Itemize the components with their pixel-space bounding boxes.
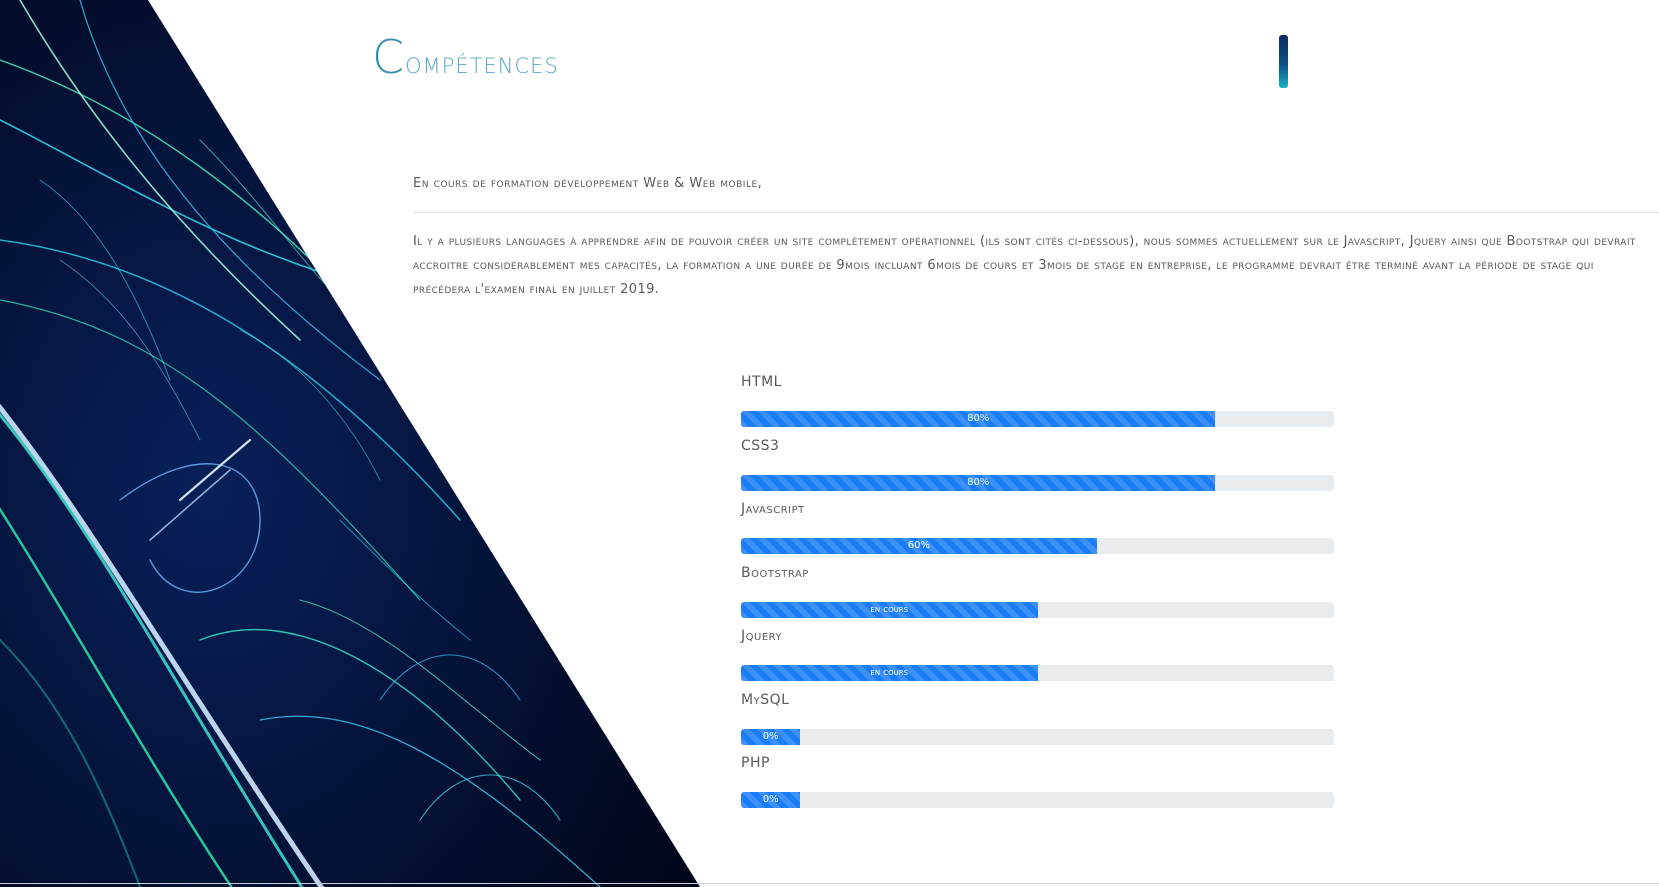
skill-name: PHP xyxy=(741,755,770,771)
skill-name: Jquery xyxy=(741,628,783,644)
skill-progress-bar: en cours xyxy=(741,601,1038,618)
skill-name: MySQL xyxy=(741,691,790,708)
skill-progress-bar: en cours xyxy=(741,665,1038,681)
skill-progress-track: en cours xyxy=(741,665,1334,681)
skill-name: Javascript xyxy=(741,501,805,517)
skill-progress-track: 0% xyxy=(741,728,1334,745)
skill-progress-track: 60% xyxy=(741,538,1334,554)
skill-progress-bar: 0% xyxy=(741,792,801,808)
page-title: Compétences xyxy=(372,30,559,84)
skill-name: HTML xyxy=(741,374,782,390)
bottom-rule xyxy=(0,883,1659,884)
skill-progress-track: 80% xyxy=(741,411,1334,427)
skill-progress-track: en cours xyxy=(741,601,1334,618)
page-title-rest: ompétences xyxy=(405,46,559,81)
skill-item: Javascript 60% xyxy=(741,499,1334,563)
skill-item: MySQL 0% xyxy=(741,690,1334,754)
skill-progress-bar: 60% xyxy=(741,538,1097,554)
skill-progress-track: 0% xyxy=(741,792,1334,808)
skill-progress-bar: 0% xyxy=(741,728,801,745)
skills-list: HTML 80% CSS3 80% Javascript 60% Bootstr… xyxy=(741,372,1334,817)
skill-name: CSS3 xyxy=(741,437,780,454)
skill-item: HTML 80% xyxy=(741,372,1334,436)
skill-item: Jquery en cours xyxy=(741,626,1334,690)
page-title-initial: C xyxy=(372,30,406,84)
skill-progress-bar: 80% xyxy=(741,411,1216,427)
skill-progress-bar: 80% xyxy=(741,474,1216,491)
scroll-indicator[interactable] xyxy=(1279,35,1288,88)
skill-item: CSS3 80% xyxy=(741,436,1334,500)
skill-name: Bootstrap xyxy=(741,564,809,581)
divider xyxy=(413,212,1659,213)
intro-text: En cours de formation développement Web … xyxy=(413,176,763,191)
skill-item: Bootstrap en cours xyxy=(741,563,1334,627)
skill-item: PHP 0% xyxy=(741,753,1334,817)
skill-progress-track: 80% xyxy=(741,474,1334,491)
description-text: Il y a plusieurs languages à apprendre a… xyxy=(413,234,1636,297)
competences-page: Compétences En cours de formation dévelo… xyxy=(0,0,1659,887)
